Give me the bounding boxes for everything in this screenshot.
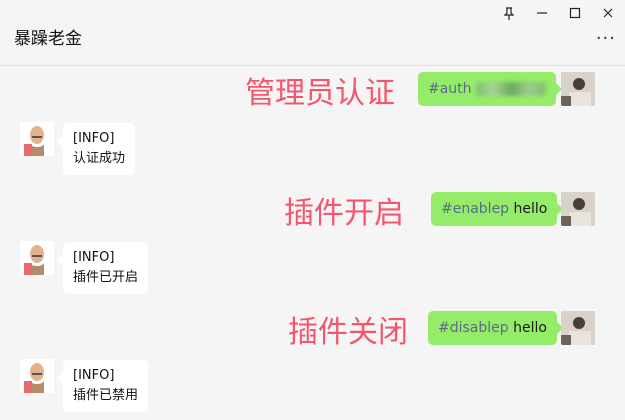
message-command: #auth: [428, 81, 472, 97]
incoming-message-info[interactable]: [INFO] 插件已禁用: [56, 360, 149, 412]
message-command: #disablep: [438, 320, 509, 336]
annotation-admin-auth: 管理员认证: [245, 76, 395, 111]
message-argument: hello: [513, 320, 547, 336]
bot-avatar[interactable]: [20, 122, 54, 156]
message-line: 插件已开启: [73, 270, 139, 285]
redacted-text: [475, 82, 546, 96]
close-icon[interactable]: [597, 7, 619, 25]
user-avatar[interactable]: [561, 192, 595, 226]
outgoing-message-auth[interactable]: #auth: [418, 72, 562, 106]
minimize-icon[interactable]: [531, 7, 553, 25]
message-line: 插件已禁用: [73, 388, 139, 403]
user-avatar[interactable]: [561, 72, 595, 106]
message-line: [INFO]: [73, 250, 115, 265]
annotation-plugin-enable: 插件开启: [284, 196, 404, 231]
message-command: #enablep: [441, 201, 510, 217]
bot-avatar[interactable]: [20, 241, 54, 275]
message-line: 认证成功: [73, 151, 126, 166]
pin-icon[interactable]: [498, 7, 520, 25]
message-line: [INFO]: [73, 131, 115, 146]
message-argument: hello: [513, 201, 548, 217]
user-avatar[interactable]: [561, 311, 595, 345]
outgoing-message-disable[interactable]: #disablep hello: [428, 311, 563, 345]
title-bar: 暴躁老金 ···: [0, 0, 625, 66]
incoming-message-info[interactable]: [INFO] 认证成功: [56, 123, 136, 175]
message-line: [INFO]: [73, 368, 115, 383]
maximize-icon[interactable]: [564, 7, 586, 25]
annotation-plugin-disable: 插件关闭: [288, 315, 408, 350]
outgoing-message-enable[interactable]: #enablep hello: [431, 192, 564, 226]
more-options-icon[interactable]: ···: [596, 30, 616, 48]
chat-title: 暴躁老金: [14, 29, 82, 49]
bot-avatar[interactable]: [20, 359, 54, 393]
incoming-message-info[interactable]: [INFO] 插件已开启: [56, 242, 149, 294]
